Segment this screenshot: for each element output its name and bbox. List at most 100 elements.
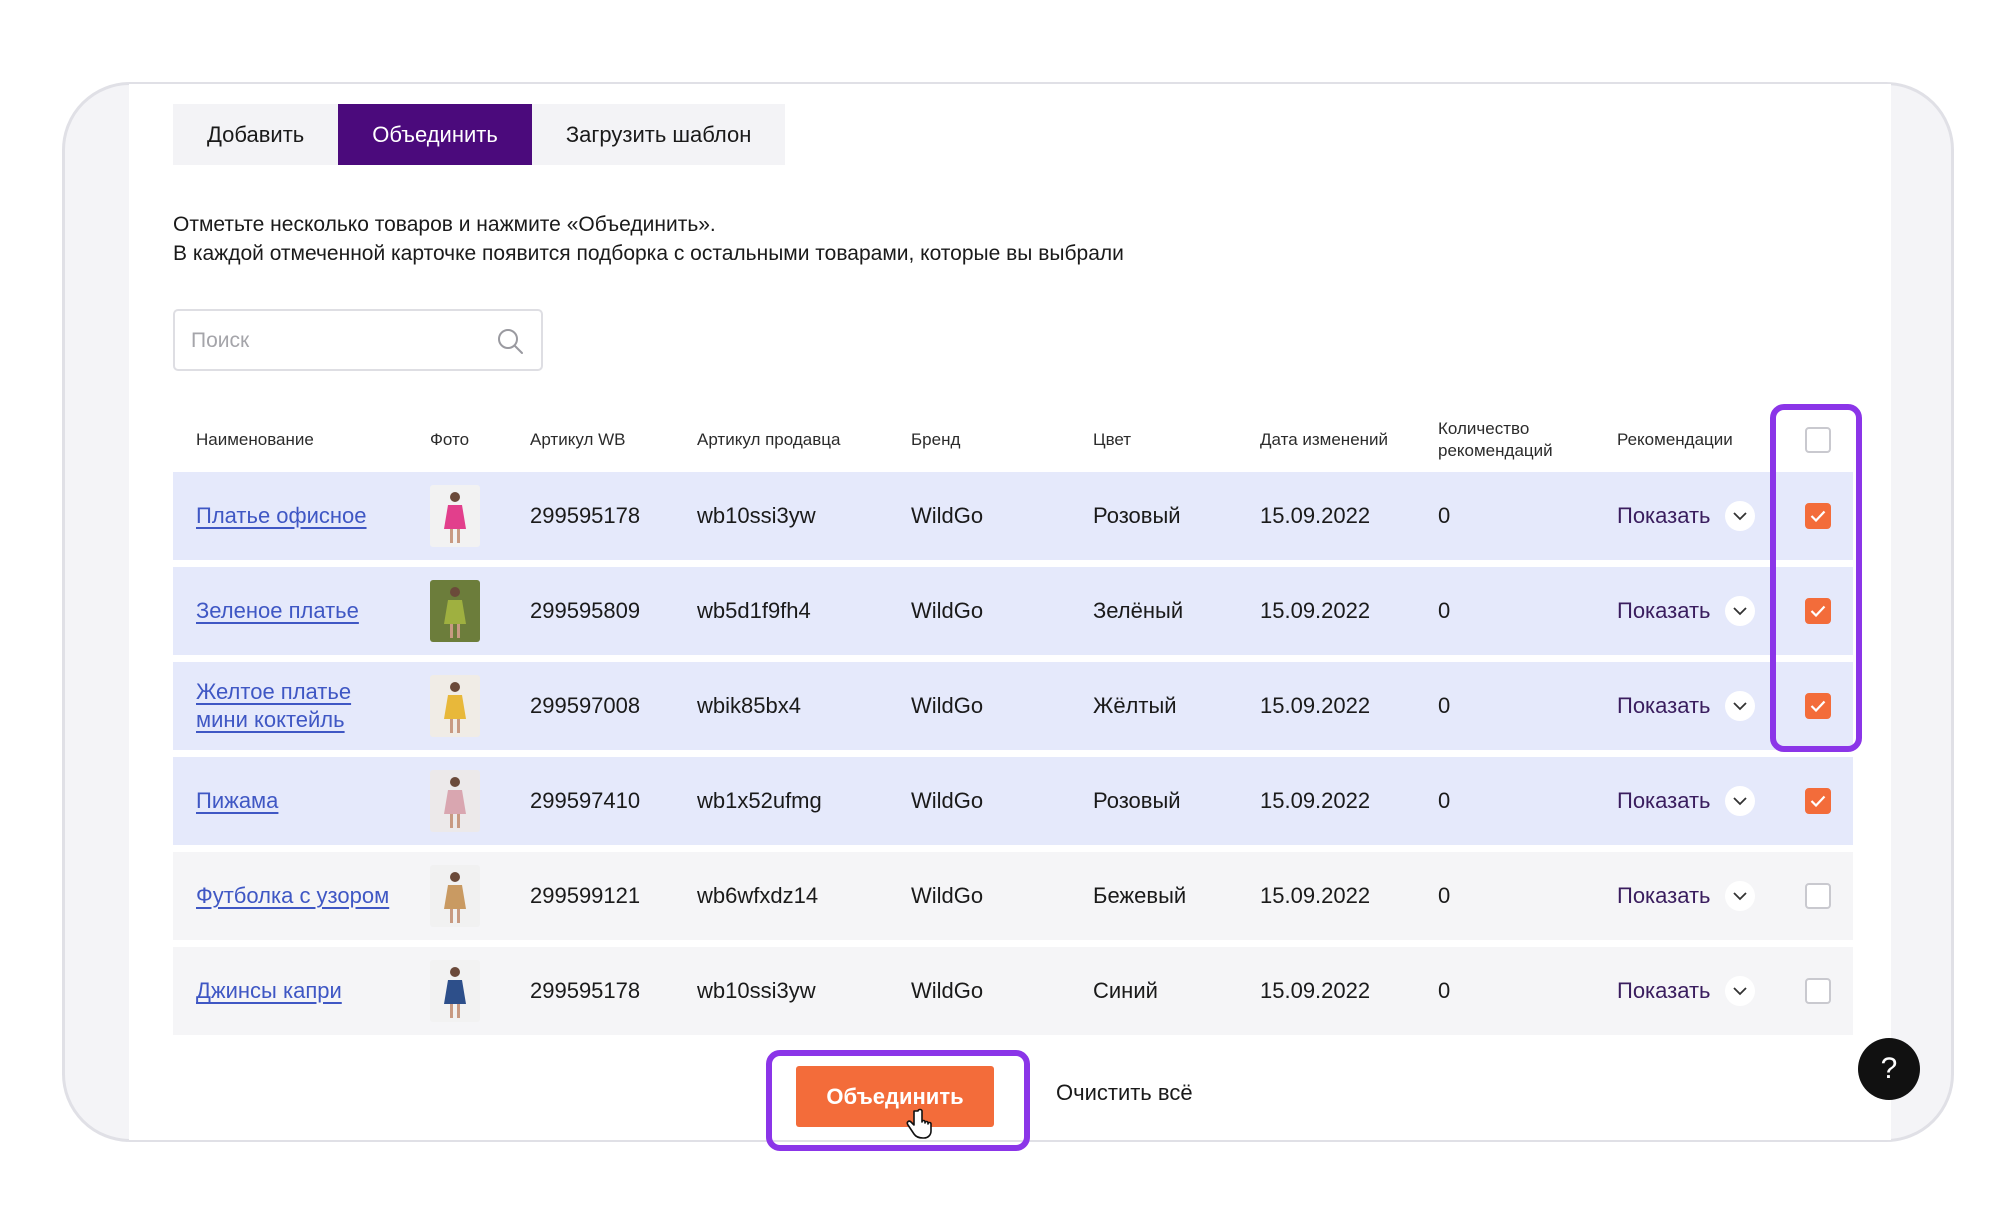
product-photo-cell — [430, 947, 480, 1035]
col-brand: Бренд — [911, 430, 961, 449]
article-seller-cell: wb1x52ufmg — [697, 788, 822, 813]
product-photo-cell — [430, 472, 480, 560]
tab-upload-template[interactable]: Загрузить шаблон — [532, 104, 786, 165]
color-cell: Бежевый — [1093, 883, 1187, 908]
help-button[interactable]: ? — [1858, 1038, 1920, 1100]
chevron-down-icon[interactable] — [1724, 596, 1755, 626]
recommendations-cell: Показать — [1617, 852, 1755, 940]
merge-button[interactable]: Объединить — [796, 1066, 994, 1127]
product-name-cell: Джинсы капри — [196, 947, 396, 1035]
product-photo — [430, 770, 480, 832]
instructions: Отметьте несколько товаров и нажмите «Об… — [173, 210, 1124, 268]
show-recommendations-link[interactable]: Показать — [1617, 598, 1711, 624]
article-wb-cell: 299597008 — [530, 693, 641, 718]
col-recommendations: Рекомендации — [1617, 430, 1733, 449]
article-wb-cell: 299595178 — [530, 503, 641, 528]
table-row: Зеленое платье 299595809 wb5d1f9fh4 WildGo З… — [173, 567, 1853, 655]
date-cell: 15.09.2022 — [1260, 883, 1371, 908]
row-checkbox[interactable] — [1805, 883, 1831, 909]
product-name-link[interactable]: Футболка с узором — [196, 882, 389, 910]
article-seller-cell: wb5d1f9fh4 — [697, 598, 811, 623]
product-photo — [430, 580, 480, 642]
product-photo-image — [444, 777, 466, 828]
mode-tabs: Добавить Объединить Загрузить шаблон — [173, 104, 786, 165]
col-photo: Фото — [430, 430, 470, 449]
recommendations-cell: Показать — [1617, 567, 1755, 655]
show-recommendations-link[interactable]: Показать — [1617, 503, 1711, 529]
product-photo-image — [444, 967, 466, 1018]
col-color: Цвет — [1093, 430, 1132, 449]
article-seller-cell: wb10ssi3yw — [697, 503, 816, 528]
chevron-down-icon[interactable] — [1724, 501, 1755, 531]
col-name: Наименование — [196, 430, 314, 449]
product-name-cell: Футболка с узором — [196, 852, 396, 940]
row-checkbox[interactable] — [1805, 788, 1831, 814]
date-cell: 15.09.2022 — [1260, 693, 1371, 718]
date-cell: 15.09.2022 — [1260, 978, 1371, 1003]
rec-count-cell: 0 — [1438, 693, 1451, 718]
checkbox-highlight — [1770, 404, 1862, 752]
row-select-cell — [1805, 947, 1831, 1035]
product-photo — [430, 960, 480, 1022]
rec-count-cell: 0 — [1438, 883, 1451, 908]
date-cell: 15.09.2022 — [1260, 598, 1371, 623]
row-select-cell — [1805, 852, 1831, 940]
color-cell: Жёлтый — [1093, 693, 1177, 718]
product-photo — [430, 865, 480, 927]
product-name-link[interactable]: Платье офисное — [196, 502, 367, 530]
table-row: Платье офисное 299595178 wb10ssi3yw WildGo Р… — [173, 472, 1853, 560]
col-date: Дата изменений — [1260, 430, 1389, 449]
chevron-down-icon[interactable] — [1724, 881, 1755, 911]
color-cell: Розовый — [1093, 503, 1181, 528]
recommendations-cell: Показать — [1617, 662, 1755, 750]
clear-all-button[interactable]: Очистить всё — [1056, 1080, 1193, 1106]
product-name-link[interactable]: Зеленое платье — [196, 597, 359, 625]
chevron-down-icon[interactable] — [1724, 976, 1755, 1006]
col-rec-count: Количество рекомендаций — [1438, 419, 1553, 460]
search-box — [173, 309, 543, 371]
article-seller-cell: wb6wfxdz14 — [697, 883, 819, 908]
date-cell: 15.09.2022 — [1260, 788, 1371, 813]
hand-cursor-icon — [906, 1108, 932, 1139]
checkmark-icon — [1810, 795, 1826, 807]
tab-merge[interactable]: Объединить — [338, 104, 532, 165]
search-icon[interactable] — [495, 326, 525, 356]
brand-cell: WildGo — [911, 503, 984, 528]
table-row: Желтое платье мини коктейль 299597008 wbik… — [173, 662, 1853, 750]
product-name-link[interactable]: Джинсы капри — [196, 977, 342, 1005]
product-name-link[interactable]: Пижама — [196, 787, 278, 815]
brand-cell: WildGo — [911, 883, 984, 908]
chevron-down-icon[interactable] — [1724, 786, 1755, 816]
show-recommendations-link[interactable]: Показать — [1617, 883, 1711, 909]
product-photo-cell — [430, 757, 480, 845]
article-wb-cell: 299595809 — [530, 598, 641, 623]
chevron-down-icon[interactable] — [1724, 691, 1755, 721]
rec-count-cell: 0 — [1438, 598, 1451, 623]
product-name-cell: Пижама — [196, 757, 396, 845]
instructions-line-2: В каждой отмеченной карточке появится по… — [173, 242, 1124, 265]
tab-add[interactable]: Добавить — [173, 104, 338, 165]
table-header: Наименование Фото Артикул WB Артикул про… — [173, 410, 1853, 470]
product-photo-cell — [430, 662, 480, 750]
show-recommendations-link[interactable]: Показать — [1617, 788, 1711, 814]
color-cell: Синий — [1093, 978, 1158, 1003]
product-name-cell: Желтое платье мини коктейль — [196, 662, 396, 750]
show-recommendations-link[interactable]: Показать — [1617, 978, 1711, 1004]
search-input[interactable] — [189, 325, 493, 357]
col-article-wb: Артикул WB — [530, 430, 626, 449]
row-checkbox[interactable] — [1805, 978, 1831, 1004]
brand-cell: WildGo — [911, 788, 984, 813]
rec-count-cell: 0 — [1438, 788, 1451, 813]
brand-cell: WildGo — [911, 978, 984, 1003]
show-recommendations-link[interactable]: Показать — [1617, 693, 1711, 719]
table-row: Футболка с узором 299599121 wb6wfxdz14 Wild… — [173, 852, 1853, 940]
table-row: Джинсы капри 299595178 wb10ssi3yw WildGo Син… — [173, 947, 1853, 1035]
date-cell: 15.09.2022 — [1260, 503, 1371, 528]
product-name-link[interactable]: Желтое платье мини коктейль — [196, 678, 396, 734]
article-seller-cell: wbik85bx4 — [697, 693, 801, 718]
product-photo — [430, 485, 480, 547]
product-name-cell: Зеленое платье — [196, 567, 396, 655]
row-select-cell — [1805, 757, 1831, 845]
article-wb-cell: 299597410 — [530, 788, 641, 813]
article-wb-cell: 299595178 — [530, 978, 641, 1003]
